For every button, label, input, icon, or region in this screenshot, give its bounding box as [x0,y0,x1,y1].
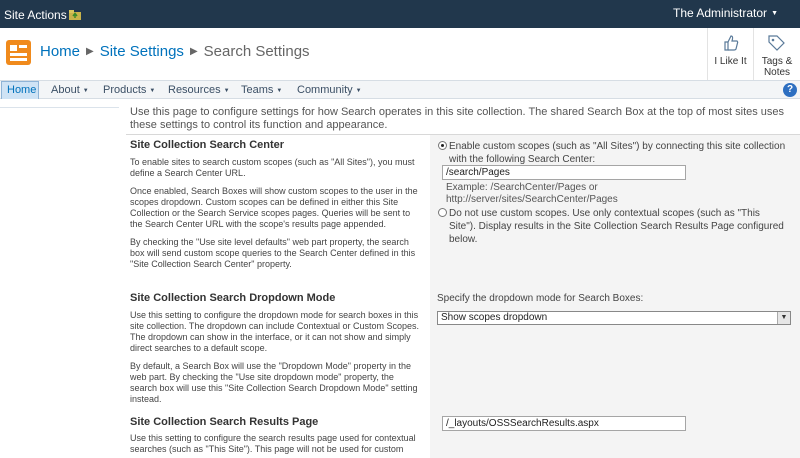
results-page-description: Use this setting to configure the search… [130,433,416,458]
user-menu[interactable]: The Administrator ▼ [673,6,778,20]
chevron-down-icon[interactable]: ▼ [777,312,790,324]
enable-custom-scopes-option[interactable]: Enable custom scopes (such as "All Sites… [438,140,786,166]
help-icon[interactable]: ? [783,83,797,97]
description-paragraph: By checking the "Use site level defaults… [130,237,416,269]
search-center-description: To enable sites to search custom scopes … [130,157,422,277]
dropdown-mode-label: Specify the dropdown mode for Search Box… [437,293,644,304]
nav-label: Teams [241,84,274,96]
enable-custom-scopes-label: Enable custom scopes (such as "All Sites… [449,141,786,165]
breadcrumb-home[interactable]: Home [40,43,80,60]
page-title: Search Settings [203,43,310,60]
nav-item-community[interactable]: Community ▼ [297,84,362,96]
results-page-url-input[interactable] [442,416,686,431]
breadcrumb-separator-icon: ▶ [189,46,198,57]
search-center-title: Site Collection Search Center [130,139,285,151]
enable-custom-scopes-radio[interactable] [438,141,447,150]
divider [0,107,119,108]
chevron-down-icon: ▼ [276,88,283,94]
chevron-down-icon: ▼ [771,10,778,17]
results-page-title: Site Collection Search Results Page [130,416,319,428]
dropdown-mode-description: Use this setting to configure the dropdo… [130,310,422,412]
search-center-url-input[interactable] [442,165,686,180]
site-logo-icon [6,40,31,65]
tags-notes-button[interactable]: Tags & Notes [753,28,800,80]
site-actions-label: Site Actions [4,8,67,22]
i-like-it-label: I Like It [714,56,747,67]
breadcrumb: Home ▶ Site Settings ▶ Search Settings [40,43,310,60]
chevron-down-icon: ▼ [223,88,230,94]
title-area: Home ▶ Site Settings ▶ Search Settings I Lik… [0,28,800,80]
breadcrumb-separator-icon: ▶ [86,46,94,57]
disable-custom-scopes-option[interactable]: Do not use custom scopes. Use only conte… [438,207,786,246]
user-name: The Administrator [673,6,768,20]
tags-notes-label: Tags & Notes [761,56,793,78]
dropdown-mode-value: Show scopes dropdown [441,312,548,323]
top-nav: Home About ▼ Products ▼ Resources ▼ Teams ▼ … [0,80,800,100]
dropdown-mode-title: Site Collection Search Dropdown Mode [130,292,336,304]
chevron-down-icon: ▼ [355,88,362,94]
thumbs-up-icon [723,35,738,51]
nav-label: Resources [168,84,221,96]
folder-up-icon[interactable] [69,10,81,20]
page-description: Use this page to configure settings for … [130,106,785,131]
nav-item-teams[interactable]: Teams ▼ [241,84,282,96]
nav-item-about[interactable]: About ▼ [51,84,89,96]
disable-custom-scopes-label: Do not use custom scopes. Use only conte… [449,208,784,245]
site-actions-menu[interactable]: Site Actions▼ [4,8,77,22]
nav-item-products[interactable]: Products ▼ [103,84,155,96]
i-like-it-button[interactable]: I Like It [707,28,753,80]
description-paragraph: To enable sites to search custom scopes … [130,157,415,178]
search-center-example: Example: /SearchCenter/Pages or http://s… [446,182,618,205]
nav-home[interactable]: Home [1,81,39,100]
dropdown-mode-select[interactable]: Show scopes dropdown ▼ [437,311,791,325]
tag-icon [768,35,785,51]
nav-label: Community [297,84,353,96]
breadcrumb-site-settings[interactable]: Site Settings [100,43,184,60]
chevron-down-icon: ▼ [82,88,89,94]
ribbon-bar: Site Actions▼ The Administrator▼ [0,0,800,28]
description-paragraph: Use this setting to configure the dropdo… [130,310,419,353]
nav-item-resources[interactable]: Resources ▼ [168,84,230,96]
nav-label: About [51,84,80,96]
description-paragraph: Once enabled, Search Boxes will show cus… [130,186,418,229]
chevron-down-icon: ▼ [149,88,156,94]
disable-custom-scopes-radio[interactable] [438,208,447,217]
description-paragraph: By default, a Search Box will use the "D… [130,361,418,404]
nav-label: Products [103,84,147,96]
left-nav [0,99,119,458]
